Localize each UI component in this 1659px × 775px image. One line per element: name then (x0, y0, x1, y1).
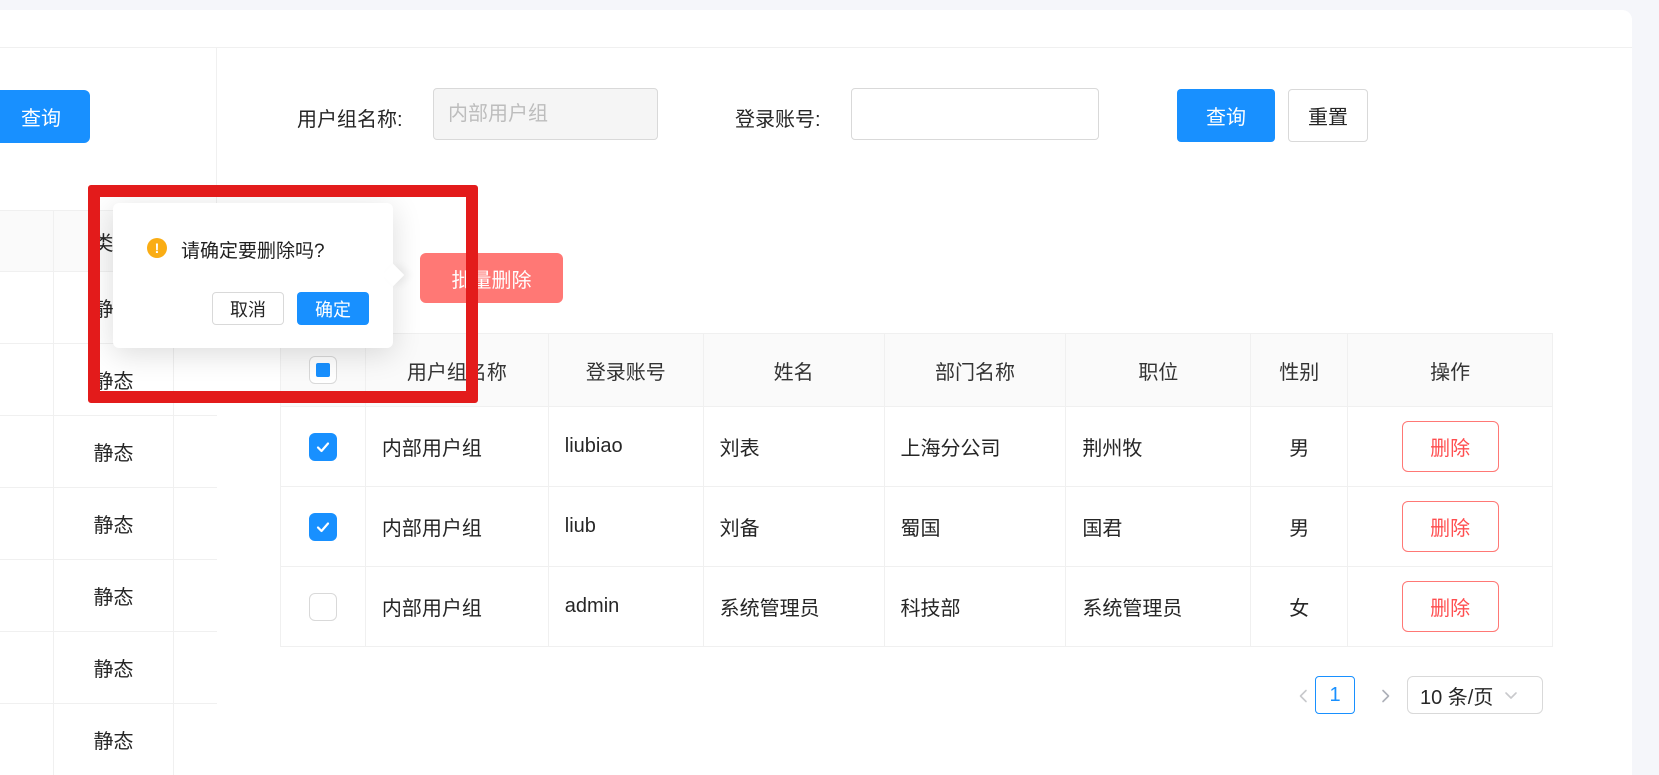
confirm-button[interactable]: 确定 (297, 292, 369, 325)
left-table-row[interactable]: 静态 (0, 488, 217, 560)
cell-department: 科技部 (885, 567, 1067, 646)
cell-position: 荆州牧 (1066, 407, 1251, 486)
group-name-label: 用户组名称: (297, 103, 403, 132)
prev-page-icon[interactable] (1296, 688, 1312, 704)
cell-department: 上海分公司 (885, 407, 1067, 486)
delete-button[interactable]: 删除 (1402, 421, 1499, 472)
cell-gender: 男 (1251, 487, 1348, 566)
row-checkbox[interactable] (309, 433, 337, 461)
column-header-account: 登录账号 (549, 334, 704, 406)
top-bar (0, 10, 1632, 48)
table-header-row: 用户组名称 登录账号 姓名 部门名称 职位 性别 操作 (281, 333, 1552, 407)
chevron-down-icon (1503, 687, 1519, 703)
delete-button[interactable]: 删除 (1402, 501, 1499, 552)
delete-button[interactable]: 删除 (1402, 581, 1499, 632)
table-row: 内部用户组 admin 系统管理员 科技部 系统管理员 女 删除 (281, 567, 1552, 647)
check-icon (315, 519, 331, 535)
cell-group: 内部用户组 (366, 407, 549, 486)
left-table-row[interactable]: 静态 (0, 632, 217, 704)
cell-account: admin (549, 567, 704, 646)
warning-icon: ! (147, 238, 167, 258)
user-table: 用户组名称 登录账号 姓名 部门名称 职位 性别 操作 内部用户组 liubia… (280, 333, 1553, 647)
batch-delete-button[interactable]: 批量删除 (420, 253, 563, 303)
cell-department: 蜀国 (885, 487, 1067, 566)
cell-gender: 女 (1251, 567, 1348, 646)
cell-gender: 男 (1251, 407, 1348, 486)
column-header-action: 操作 (1348, 334, 1552, 406)
left-table-row[interactable]: 静态 (0, 560, 217, 632)
delete-confirm-popover: ! 请确定要删除吗? 取消 确定 (113, 203, 393, 348)
column-header-group: 用户组名称 (366, 334, 549, 406)
select-all-checkbox[interactable] (309, 356, 337, 384)
left-table-row[interactable]: 静态 (0, 416, 217, 488)
indeterminate-mark-icon (316, 363, 330, 377)
cell-group: 内部用户组 (366, 487, 549, 566)
confirm-message: 请确定要删除吗? (181, 236, 325, 263)
row-checkbox[interactable] (309, 593, 337, 621)
cell-group: 内部用户组 (366, 567, 549, 646)
left-table-row[interactable]: 静态 (0, 704, 217, 775)
row-checkbox[interactable] (309, 513, 337, 541)
cell-position: 系统管理员 (1066, 567, 1251, 646)
cell-position: 国君 (1066, 487, 1251, 566)
column-header-gender: 性别 (1251, 334, 1348, 406)
group-name-input[interactable] (433, 88, 658, 140)
column-header-department: 部门名称 (885, 334, 1067, 406)
search-button[interactable]: 查询 (1177, 89, 1275, 142)
login-account-input[interactable] (851, 88, 1099, 140)
login-account-label: 登录账号: (735, 103, 821, 132)
next-page-icon[interactable] (1377, 688, 1393, 704)
cell-account: liub (549, 487, 704, 566)
reset-button[interactable]: 重置 (1288, 89, 1368, 142)
table-row: 内部用户组 liubiao 刘表 上海分公司 荆州牧 男 删除 (281, 407, 1552, 487)
cell-name: 刘表 (704, 407, 885, 486)
left-header-empty-cell (0, 211, 54, 271)
cell-account: liubiao (549, 407, 704, 486)
check-icon (315, 439, 331, 455)
cell-name: 刘备 (704, 487, 885, 566)
page-size-select[interactable]: 10 条/页 (1407, 676, 1543, 714)
table-row: 内部用户组 liub 刘备 蜀国 国君 男 删除 (281, 487, 1552, 567)
cell-name: 系统管理员 (704, 567, 885, 646)
app-screen: 查询 类型 静态 静态 静态 静态 静态 静态 静态 用户组名称: 登录账号: … (0, 0, 1659, 775)
left-table-row[interactable]: 静态 (0, 344, 217, 416)
left-query-button[interactable]: 查询 (0, 90, 90, 143)
cancel-button[interactable]: 取消 (212, 292, 284, 325)
page-size-value: 10 条/页 (1420, 681, 1493, 710)
column-header-position: 职位 (1066, 334, 1251, 406)
column-header-name: 姓名 (704, 334, 885, 406)
page-number-button[interactable]: 1 (1315, 676, 1355, 714)
